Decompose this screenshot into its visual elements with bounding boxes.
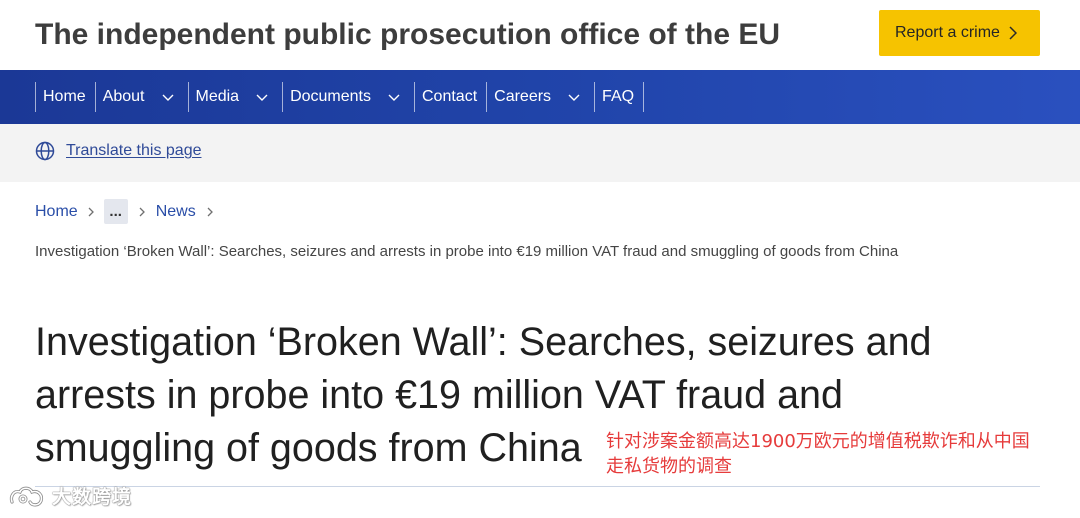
- nav-item-label: About: [102, 88, 145, 105]
- nav-item-label: Home: [43, 88, 86, 105]
- nav-item-label: Careers: [494, 88, 552, 105]
- breadcrumb: Home ... News: [35, 199, 224, 224]
- translation-annotation: 针对涉案金额高达1900万欧元的增值税欺诈和从中国走私货物的调查: [606, 431, 1030, 477]
- chevron-right-icon: [139, 207, 145, 216]
- globe-icon: [35, 141, 55, 161]
- nav-item-home[interactable]: Home: [35, 82, 96, 112]
- translate-page-link[interactable]: Translate this page: [66, 141, 201, 161]
- breadcrumb-link-news[interactable]: News: [156, 202, 196, 222]
- nav-item-media[interactable]: Media: [189, 82, 284, 112]
- report-button-label: Report a crime: [895, 24, 1000, 41]
- nav-item-careers[interactable]: Careers: [487, 82, 596, 112]
- content-divider: [35, 486, 1040, 487]
- nav-item-label: Documents: [290, 88, 371, 105]
- logo-icon: [9, 486, 44, 507]
- nav-item-documents[interactable]: Documents: [283, 82, 415, 112]
- site-header: The independent public prosecution offic…: [0, 0, 1080, 70]
- chevron-right-icon: [1009, 26, 1017, 40]
- chevron-right-icon: [207, 207, 213, 216]
- breadcrumb-link-home[interactable]: Home: [35, 202, 78, 222]
- nav-item-label: Contact: [422, 88, 478, 105]
- nav-item-contact[interactable]: Contact: [415, 82, 488, 112]
- breadcrumb-current-page: Investigation ‘Broken Wall’: Searches, s…: [35, 243, 899, 260]
- nav-item-faq[interactable]: FAQ: [595, 82, 645, 112]
- nav-item-label: Media: [195, 88, 240, 105]
- report-a-crime-button[interactable]: Report a crime: [879, 10, 1040, 56]
- chevron-down-icon[interactable]: [568, 94, 580, 101]
- watermark: 大数跨境: [8, 483, 132, 511]
- chevron-right-icon: [88, 207, 94, 216]
- chevron-down-icon[interactable]: [162, 94, 174, 101]
- breadcrumb-expand-button[interactable]: ...: [103, 199, 128, 224]
- watermark-text: 大数跨境: [52, 486, 133, 508]
- chevron-down-icon[interactable]: [256, 94, 268, 101]
- chevron-down-icon[interactable]: [388, 94, 400, 101]
- translate-bar: Translate this page: [0, 124, 1080, 182]
- site-title[interactable]: The independent public prosecution offic…: [35, 15, 780, 55]
- nav-item-about[interactable]: About: [96, 82, 189, 112]
- nav-menu: Home About Media Documents Contact Caree…: [35, 82, 645, 112]
- main-navigation: Home About Media Documents Contact Caree…: [0, 70, 1080, 124]
- nav-item-label: FAQ: [602, 88, 635, 105]
